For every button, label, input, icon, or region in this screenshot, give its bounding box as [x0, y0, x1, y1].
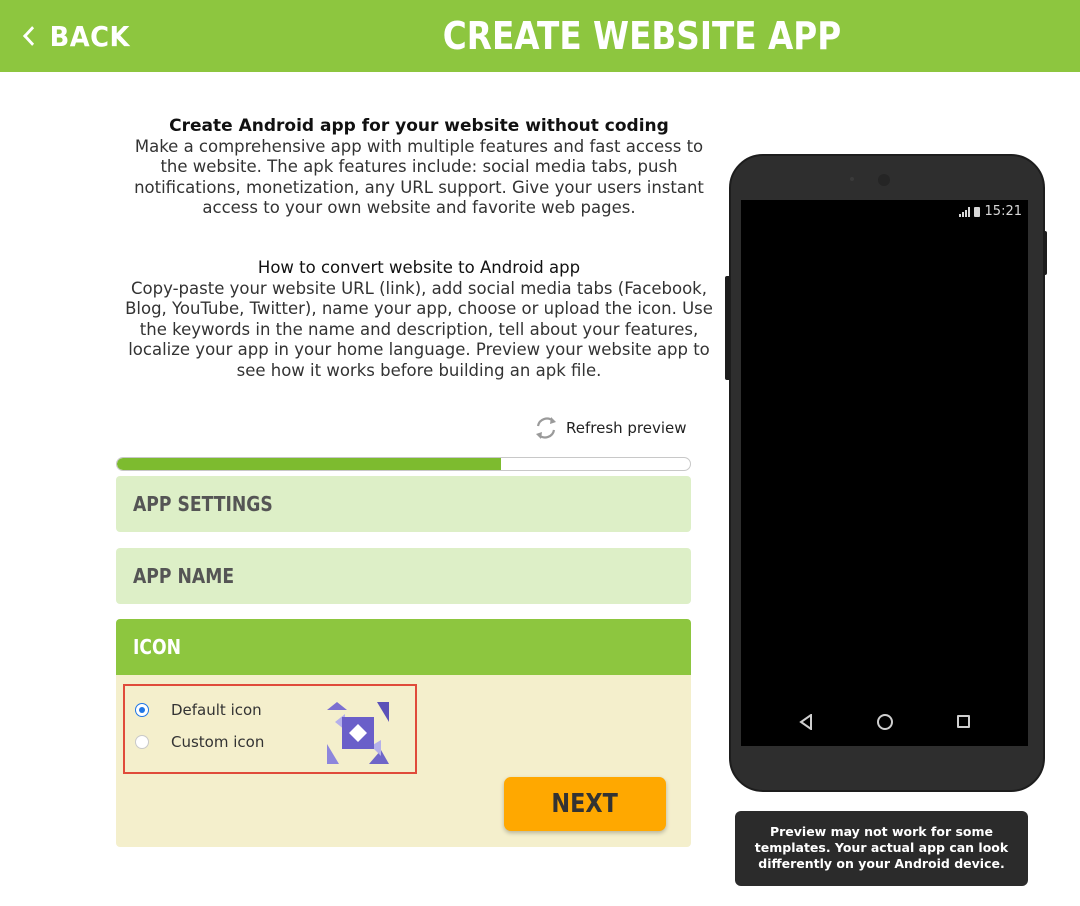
- nav-back-icon: [799, 714, 812, 730]
- nav-recent-icon: [957, 715, 970, 728]
- refresh-label: Refresh preview: [566, 419, 687, 437]
- section-label: ICON: [133, 635, 182, 659]
- custom-icon-radio[interactable]: [135, 735, 149, 749]
- back-label: BACK: [49, 19, 130, 53]
- page-title: CREATE WEBSITE APP: [442, 14, 842, 58]
- default-icon-radio[interactable]: [135, 703, 149, 717]
- signal-icon: [958, 206, 970, 217]
- phone-nav-bar: [741, 706, 1028, 738]
- refresh-preview-button[interactable]: Refresh preview: [532, 414, 687, 442]
- section-label: APP NAME: [133, 564, 235, 588]
- custom-icon-label: Custom icon: [171, 733, 265, 751]
- intro-block: Create Android app for your website with…: [120, 116, 718, 219]
- phone-time: 15:21: [984, 204, 1022, 219]
- howto-body: Copy-paste your website URL (link), add …: [125, 278, 713, 380]
- section-icon[interactable]: ICON: [116, 619, 691, 675]
- progress-fill: [117, 458, 501, 470]
- phone-camera-icon: [878, 174, 890, 186]
- nav-home-icon: [877, 714, 893, 730]
- default-icon-label: Default icon: [171, 701, 262, 719]
- battery-icon: [973, 206, 980, 217]
- howto-block: How to convert website to Android app Co…: [120, 258, 718, 381]
- progress-bar: [116, 457, 691, 471]
- next-button[interactable]: NEXT: [504, 777, 666, 831]
- default-icon-option[interactable]: Default icon: [135, 701, 262, 719]
- app-header: BACK CREATE WEBSITE APP: [0, 0, 1080, 72]
- custom-icon-option[interactable]: Custom icon: [135, 733, 264, 751]
- howto-heading: How to convert website to Android app: [257, 258, 581, 277]
- back-button[interactable]: BACK: [22, 16, 130, 56]
- phone-status-bar: 15:21: [958, 204, 1022, 219]
- chevron-left-icon: [23, 26, 42, 46]
- icon-choice-highlight: Default icon Custom icon: [123, 684, 417, 774]
- icon-section-body: Default icon Custom icon NEXT: [116, 675, 691, 847]
- phone-screen-preview: 15:21: [741, 200, 1028, 746]
- preview-disclaimer: Preview may not work for some templates.…: [735, 811, 1028, 886]
- app-icon-preview: [325, 700, 391, 766]
- next-label: NEXT: [551, 789, 619, 819]
- intro-body: Make a comprehensive app with multiple f…: [134, 136, 704, 218]
- intro-heading: Create Android app for your website with…: [169, 116, 669, 136]
- refresh-icon: [536, 417, 556, 439]
- section-app-name[interactable]: APP NAME: [116, 548, 691, 604]
- section-app-settings[interactable]: APP SETTINGS: [116, 476, 691, 532]
- section-label: APP SETTINGS: [133, 492, 273, 516]
